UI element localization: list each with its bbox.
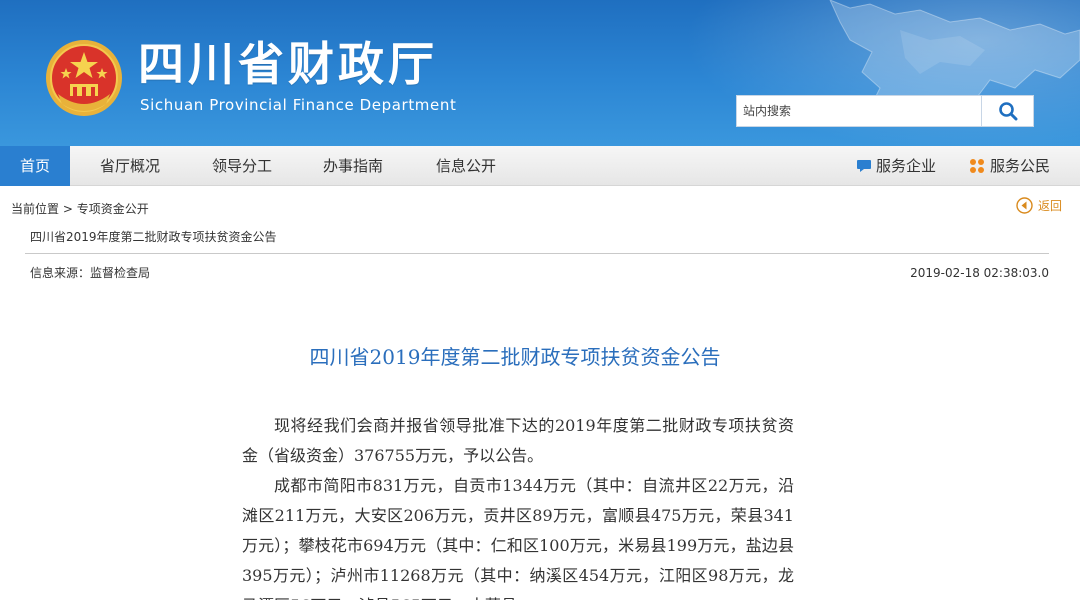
divider	[25, 253, 1049, 254]
nav-item-disclosure[interactable]: 信息公开	[424, 146, 508, 186]
search-input[interactable]	[737, 96, 981, 126]
article-paragraph: 成都市简阳市831万元，自贡市1344万元（其中：自流井区22万元，沿滩区211…	[242, 476, 794, 600]
nav-service-citizen[interactable]: 服务公民	[968, 146, 1050, 186]
search-button[interactable]	[981, 96, 1033, 126]
nav-item-guide[interactable]: 办事指南	[311, 146, 395, 186]
main-nav: 首页 省厅概况 领导分工 办事指南 信息公开 服务企业 服务公民	[0, 146, 1080, 186]
back-arrow-icon	[1016, 197, 1033, 214]
back-button[interactable]: 返回	[1016, 197, 1062, 214]
article-title: 四川省2019年度第二批财政专项扶贫资金公告	[309, 345, 721, 369]
chat-bubble-icon	[856, 158, 872, 174]
breadcrumb-prefix: 当前位置	[11, 202, 60, 216]
site-header: 四川省财政厅 Sichuan Provincial Finance Depart…	[0, 0, 1080, 146]
info-source: 信息来源：监督检查局	[30, 266, 151, 280]
article-paragraph: 现将经我们会商并报省领导批准下达的2019年度第二批财政专项扶贫资金（省级资金）…	[242, 416, 794, 465]
article-body: 现将经我们会商并报省领导批准下达的2019年度第二批财政专项扶贫资金（省级资金）…	[242, 411, 794, 600]
breadcrumb-section-link[interactable]: 专项资金公开	[77, 202, 149, 216]
site-subtitle: Sichuan Provincial Finance Department	[140, 96, 457, 114]
nav-item-home[interactable]: 首页	[0, 146, 70, 186]
search-icon	[998, 102, 1017, 121]
article-subject-line: 四川省2019年度第二批财政专项扶贫资金公告	[30, 230, 277, 244]
nav-service-enterprise[interactable]: 服务企业	[856, 146, 936, 186]
breadcrumb: 当前位置 > 专项资金公开	[11, 201, 149, 217]
nav-item-leadership[interactable]: 领导分工	[200, 146, 284, 186]
search-box	[736, 95, 1034, 127]
site-title: 四川省财政厅	[138, 37, 438, 91]
nav-service-enterprise-label: 服务企业	[876, 157, 937, 175]
nav-item-overview[interactable]: 省厅概况	[88, 146, 172, 186]
back-label: 返回	[1038, 199, 1063, 213]
publish-date: 2019-02-18 02:38:03.0	[910, 266, 1049, 280]
nav-service-citizen-label: 服务公民	[990, 157, 1051, 175]
people-icon	[968, 158, 986, 174]
national-emblem-icon	[46, 40, 122, 116]
breadcrumb-separator: >	[62, 202, 73, 216]
